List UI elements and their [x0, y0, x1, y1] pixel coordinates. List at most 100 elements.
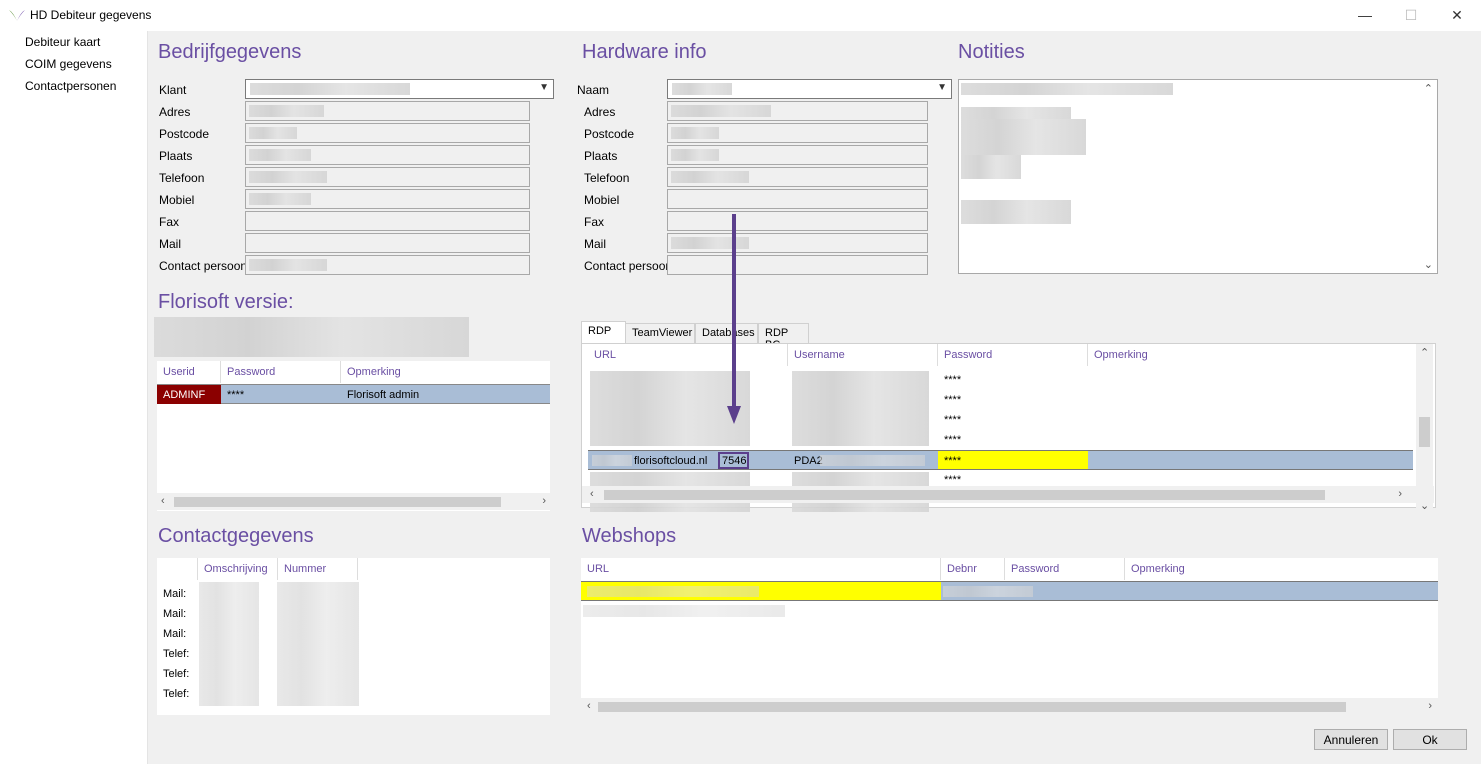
cell-password: **** [227, 389, 245, 401]
rdp-col-password[interactable]: Password [938, 344, 1088, 366]
hardware-title: Hardware info [582, 41, 707, 63]
webshop-col-debnr[interactable]: Debnr [941, 558, 1005, 580]
florisoft-version-blurred [154, 317, 469, 357]
contact-row-label: Mail: [163, 588, 187, 600]
rdp-selected-password: **** [944, 455, 962, 467]
table-row-selected[interactable]: florisoftcloud.nl 7546 PDA2 **** [588, 450, 1413, 470]
app-logo-icon [9, 10, 25, 21]
hw-contact-persoon-field[interactable] [667, 255, 928, 275]
hw-adres-field[interactable] [667, 101, 928, 121]
hw-fax-field[interactable] [667, 211, 928, 231]
hw-mobiel-field[interactable] [667, 189, 928, 209]
label-klant: Klant [159, 83, 187, 97]
hw-label-fax: Fax [584, 215, 605, 229]
scroll-up-icon[interactable]: ⌃ [1420, 346, 1429, 359]
rdp-col-url[interactable]: URL [588, 344, 788, 366]
webshop-col-opmerking[interactable]: Opmerking [1125, 558, 1438, 580]
rdp-port-highlight: 7546 [718, 452, 749, 469]
hw-plaats-field[interactable] [667, 145, 928, 165]
rdp-password-1: **** [944, 374, 962, 386]
label-postcode: Postcode [159, 127, 210, 141]
tab-rdp-bc[interactable]: RDP BC [758, 323, 809, 351]
contact-row-label: Mail: [163, 628, 187, 640]
label-plaats: Plaats [159, 149, 193, 163]
webshops-grid: URL Debnr Password Opmerking [581, 558, 1438, 715]
fax-field[interactable] [245, 211, 530, 231]
klant-combo[interactable]: ▼ [245, 79, 554, 99]
scroll-right-icon[interactable]: › [542, 495, 546, 507]
tab-teamviewer[interactable]: TeamViewer [625, 323, 695, 343]
notities-textarea[interactable]: ⌃ ⌄ [958, 79, 1438, 274]
hw-postcode-field[interactable] [667, 123, 928, 143]
scroll-right-icon[interactable]: › [1428, 700, 1432, 712]
florisoft-hscroll[interactable]: ‹ › [157, 493, 550, 510]
plaats-field[interactable] [245, 145, 530, 165]
contact-row-label: Telef: [163, 688, 190, 700]
contact-persoon-field[interactable] [245, 255, 530, 275]
close-button[interactable]: ✕ [1434, 0, 1480, 30]
webshop-col-url[interactable]: URL [581, 558, 941, 580]
label-mail: Mail [159, 237, 182, 251]
florisoft-grid: Userid Password Opmerking ADMINF **** Fl… [157, 361, 550, 511]
scroll-left-icon[interactable]: ‹ [590, 488, 594, 500]
hw-label-plaats: Plaats [584, 149, 618, 163]
main-panel: Bedrijfgegevens Klant Adres Postcode Pla… [147, 31, 1481, 764]
minimize-button[interactable]: — [1342, 0, 1388, 30]
rdp-password-3: **** [944, 414, 962, 426]
rdp-col-username[interactable]: Username [788, 344, 938, 366]
maximize-button[interactable]: ☐ [1388, 0, 1434, 30]
col-opmerking[interactable]: Opmerking [341, 361, 550, 383]
label-fax: Fax [159, 215, 180, 229]
hw-label-naam: Naam [577, 83, 610, 97]
scroll-left-icon[interactable]: ‹ [161, 495, 165, 507]
rdp-selected-password-cell: **** [938, 451, 1088, 469]
florisoft-title: Florisoft versie: [158, 291, 294, 313]
rdp-col-opmerking[interactable]: Opmerking [1088, 344, 1413, 366]
hw-telefoon-field[interactable] [667, 167, 928, 187]
tab-rdp[interactable]: RDP [581, 321, 626, 344]
hw-label-mail: Mail [584, 237, 607, 251]
bedrijf-title: Bedrijfgegevens [158, 41, 302, 63]
contact-col-omschrijving[interactable]: Omschrijving [198, 558, 278, 580]
contact-grid: Omschrijving Nummer Mail: Mail: Mail: Te… [157, 558, 550, 715]
hw-label-telefoon: Telefoon [584, 171, 630, 185]
rdp-password-2: **** [944, 394, 962, 406]
scroll-up-icon[interactable]: ⌃ [1424, 82, 1433, 95]
mail-field[interactable] [245, 233, 530, 253]
naam-combo[interactable]: ▼ [667, 79, 952, 99]
postcode-field[interactable] [245, 123, 530, 143]
window-title: HD Debiteur gegevens [30, 8, 152, 22]
scroll-right-icon[interactable]: › [1398, 488, 1402, 500]
label-mobiel: Mobiel [159, 193, 195, 207]
label-telefoon: Telefoon [159, 171, 205, 185]
telefoon-field[interactable] [245, 167, 530, 187]
nav-debiteur-kaart[interactable]: Debiteur kaart [25, 35, 100, 49]
contact-title: Contactgegevens [158, 525, 314, 547]
mobiel-field[interactable] [245, 189, 530, 209]
contact-col-nummer[interactable]: Nummer [278, 558, 358, 580]
rdp-hscroll[interactable]: ‹ › [582, 486, 1434, 503]
annotation-arrow-icon [727, 214, 741, 424]
rdp-selected-url: florisoftcloud.nl [634, 455, 708, 467]
hw-label-mobiel: Mobiel [584, 193, 620, 207]
cancel-button[interactable]: Annuleren [1314, 729, 1388, 750]
nav-coim-gegevens[interactable]: COIM gegevens [25, 57, 112, 71]
cell-opmerking: Florisoft admin [347, 389, 420, 401]
cell-userid: ADMINF [157, 385, 221, 404]
chevron-down-icon: ▼ [937, 82, 947, 93]
table-row-selected[interactable] [581, 581, 1438, 601]
table-row[interactable]: ADMINF **** Florisoft admin [157, 384, 550, 404]
hw-label-adres: Adres [584, 105, 616, 119]
nav-contactpersonen[interactable]: Contactpersonen [25, 79, 116, 93]
contact-row-label: Telef: [163, 648, 190, 660]
scroll-left-icon[interactable]: ‹ [587, 700, 591, 712]
webshops-hscroll[interactable]: ‹ › [581, 698, 1438, 715]
rdp-password-4: **** [944, 434, 962, 446]
col-userid[interactable]: Userid [157, 361, 221, 383]
scroll-down-icon[interactable]: ⌄ [1424, 258, 1433, 271]
adres-field[interactable] [245, 101, 530, 121]
col-password[interactable]: Password [221, 361, 341, 383]
hw-mail-field[interactable] [667, 233, 928, 253]
webshop-col-password[interactable]: Password [1005, 558, 1125, 580]
ok-button[interactable]: Ok [1393, 729, 1467, 750]
